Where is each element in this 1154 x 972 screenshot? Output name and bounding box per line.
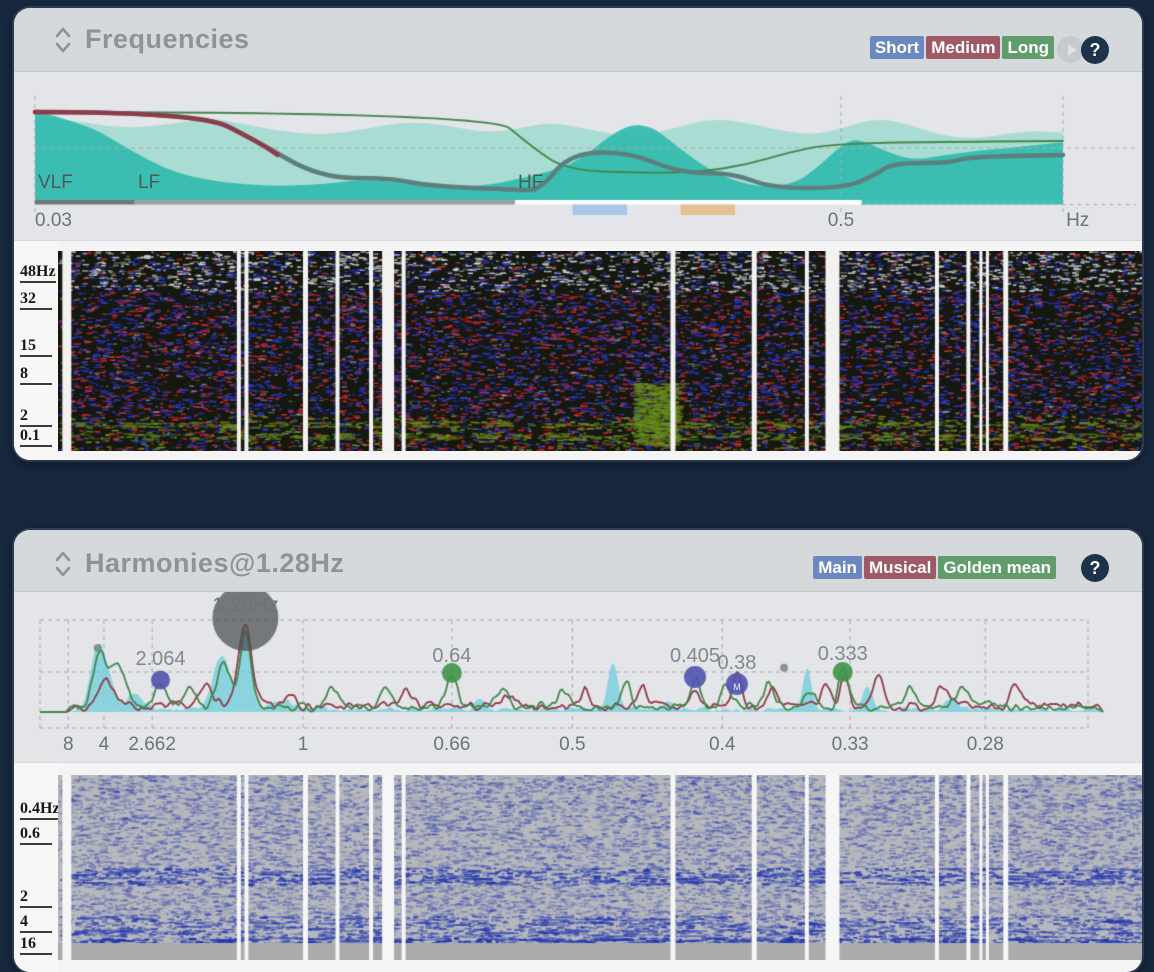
help-button-frequencies[interactable]: ?	[1081, 36, 1109, 64]
x-tick-0.5: 0.5	[559, 734, 585, 756]
band-label-vlf: VLF	[38, 172, 73, 194]
x-tick-0.66: 0.66	[433, 734, 470, 756]
x-tick-0.4: 0.4	[709, 734, 735, 756]
spectrogram-y-tick-48Hz: 48Hz	[20, 262, 56, 283]
band-label-lf: LF	[138, 172, 160, 194]
x-tick-0.33: 0.33	[832, 734, 869, 756]
legend-badge-main[interactable]: Main	[813, 556, 862, 579]
peak-label-0.38: 0.38	[717, 652, 756, 675]
spectrogram-y-tick-2: 2	[20, 406, 52, 427]
spectrogram-y-tick-0.4Hz: 0.4Hz	[20, 799, 60, 820]
x-tick-2.662: 2.662	[128, 734, 176, 756]
legend-badge-short[interactable]: Short	[870, 36, 924, 59]
help-button-harmonies[interactable]: ?	[1081, 554, 1109, 582]
x-tick-Hz: Hz	[1066, 210, 1089, 232]
spectrogram-y-tick-4: 4	[20, 912, 52, 933]
harmonies-panel: Harmonies@1.28Hz MainMusicalGolden mean …	[14, 530, 1142, 972]
collapse-expand-icon[interactable]	[54, 550, 72, 578]
frequencies-spectrogram	[58, 251, 1142, 451]
marker-letter-M: M	[733, 682, 741, 692]
play-button[interactable]	[1057, 36, 1084, 63]
spectrogram-y-tick-0.6: 0.6	[20, 824, 52, 845]
harmonies-spectrogram-y-axis: 0.4Hz 0.6 2 416	[14, 763, 58, 972]
spectrogram-y-tick-16: 16	[20, 934, 52, 955]
panel-title-harmonies: Harmonies@1.28Hz	[85, 548, 344, 579]
x-tick-0.5: 0.5	[828, 210, 854, 232]
spectrogram-y-tick-32: 32	[20, 289, 52, 310]
peak-label-2.064: 2.064	[135, 648, 185, 671]
x-tick-8: 8	[63, 734, 74, 756]
spectrogram-y-tick-15: 15	[20, 336, 52, 357]
frequencies-legend: ShortMediumLong	[870, 36, 1054, 59]
peak-label-0.333: 0.333	[818, 643, 868, 666]
frequency-spectrum-chart[interactable]	[14, 72, 1142, 248]
peak-label-0.64: 0.64	[432, 645, 471, 668]
harmonies-legend: MainMusicalGolden mean	[813, 556, 1056, 579]
x-tick-1: 1	[298, 734, 309, 756]
frequencies-panel: Frequencies ShortMediumLong ? VLF LF HF 0.…	[14, 8, 1142, 460]
x-tick-4: 4	[99, 734, 110, 756]
x-tick-0.03: 0.03	[35, 210, 72, 232]
legend-badge-musical[interactable]: Musical	[864, 556, 936, 579]
peak-label-0.405: 0.405	[670, 645, 720, 668]
harmonies-spectrogram	[58, 775, 1142, 960]
panel-title-frequencies: Frequencies	[85, 24, 250, 55]
selected-peak-label: 1.28Hz	[212, 594, 279, 618]
frequencies-spectrogram-y-axis: 48Hz 32 15 8 20.1	[14, 241, 58, 460]
spectrogram-y-tick-0.1: 0.1	[20, 426, 52, 447]
legend-badge-long[interactable]: Long	[1002, 36, 1054, 59]
frequencies-header: Frequencies ShortMediumLong ?	[14, 8, 1142, 72]
collapse-expand-icon[interactable]	[54, 26, 72, 54]
spectrogram-y-tick-8: 8	[20, 364, 52, 385]
band-label-hf: HF	[518, 172, 543, 194]
harmonies-header: Harmonies@1.28Hz MainMusicalGolden mean …	[14, 530, 1142, 592]
spectrogram-y-tick-2: 2	[20, 887, 52, 908]
x-tick-0.28: 0.28	[967, 734, 1004, 756]
legend-badge-golden-mean[interactable]: Golden mean	[938, 556, 1056, 579]
legend-badge-medium[interactable]: Medium	[926, 36, 1000, 59]
